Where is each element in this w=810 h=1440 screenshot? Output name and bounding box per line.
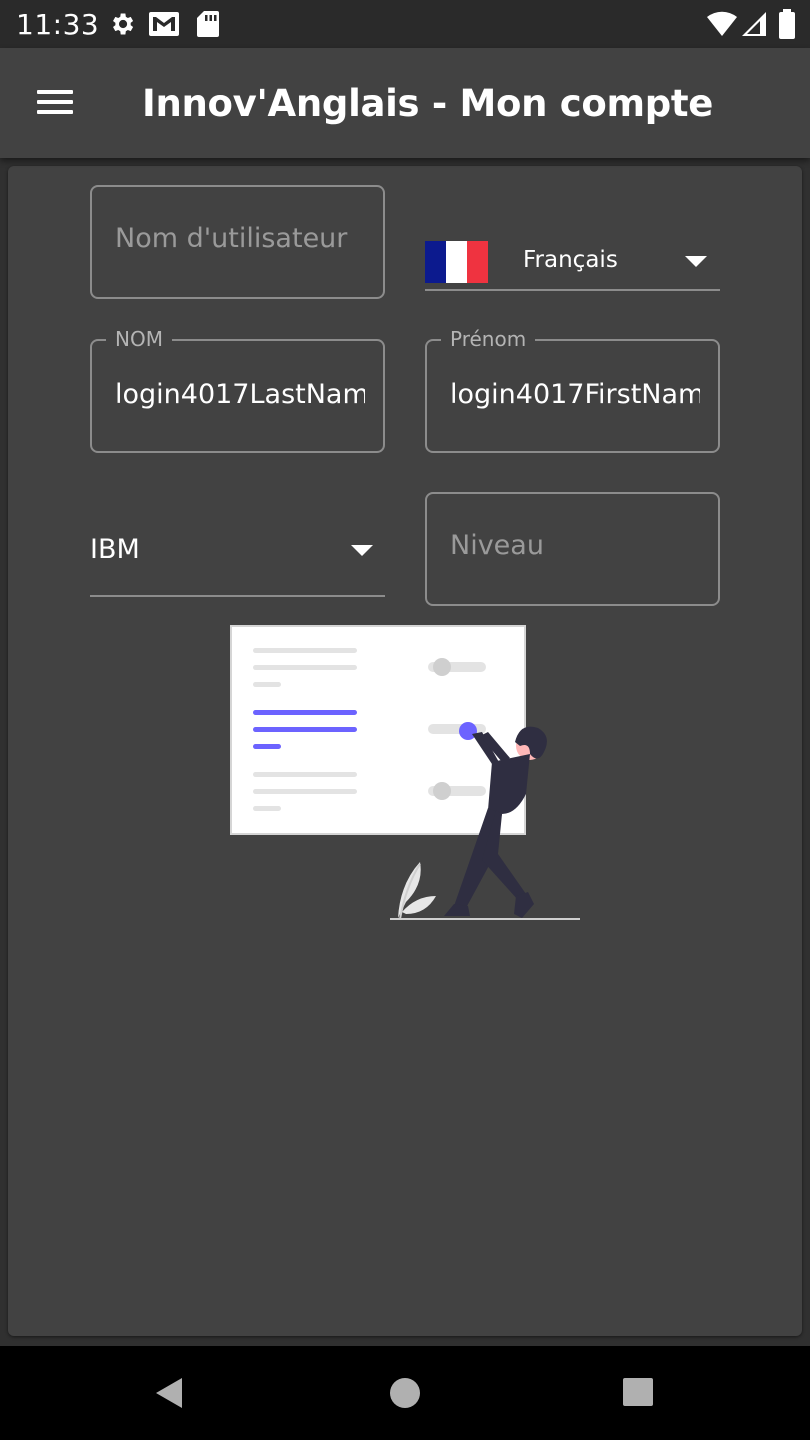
signal-icon (742, 12, 766, 36)
home-icon[interactable] (388, 1376, 422, 1410)
level-field[interactable]: Niveau (425, 492, 720, 606)
status-bar: 11:33 (0, 0, 810, 48)
sd-card-icon (197, 11, 219, 37)
hamburger-menu-icon[interactable] (30, 76, 82, 128)
username-placeholder: Nom d'utilisateur (115, 223, 348, 254)
france-flag-icon (425, 241, 488, 283)
company-value: IBM (90, 534, 140, 565)
status-time: 11:33 (16, 8, 100, 41)
company-select[interactable]: IBM (90, 492, 385, 597)
username-field[interactable]: Nom d'utilisateur (90, 185, 385, 299)
chevron-down-icon (351, 545, 373, 556)
app-bar: Innov'Anglais - Mon compte (0, 48, 810, 158)
screen: 11:33 Innov'Anglais - Mon compte Nom d'u… (0, 0, 810, 1440)
gmail-icon (149, 12, 179, 36)
settings-icon (113, 13, 134, 35)
page-title: Innov'Anglais - Mon compte (142, 82, 714, 125)
recents-icon[interactable] (622, 1376, 654, 1408)
last-name-label: NOM (106, 327, 172, 351)
level-placeholder: Niveau (450, 530, 544, 561)
language-select[interactable]: Français (425, 185, 720, 291)
last-name-field[interactable]: NOM login4017LastName (90, 327, 385, 453)
battery-icon (779, 9, 795, 39)
last-name-value: login4017LastName (115, 379, 365, 410)
back-icon[interactable] (152, 1376, 186, 1410)
chevron-down-icon (685, 256, 707, 267)
wifi-icon (707, 11, 737, 37)
account-card: Nom d'utilisateur Français NOM login4017… (8, 166, 802, 1336)
first-name-value: login4017FirstName (450, 379, 700, 410)
system-nav-bar (0, 1346, 810, 1440)
first-name-label: Prénom (441, 327, 536, 351)
first-name-field[interactable]: Prénom login4017FirstName (425, 327, 720, 453)
language-value: Français (523, 247, 618, 273)
settings-illustration (230, 625, 580, 920)
